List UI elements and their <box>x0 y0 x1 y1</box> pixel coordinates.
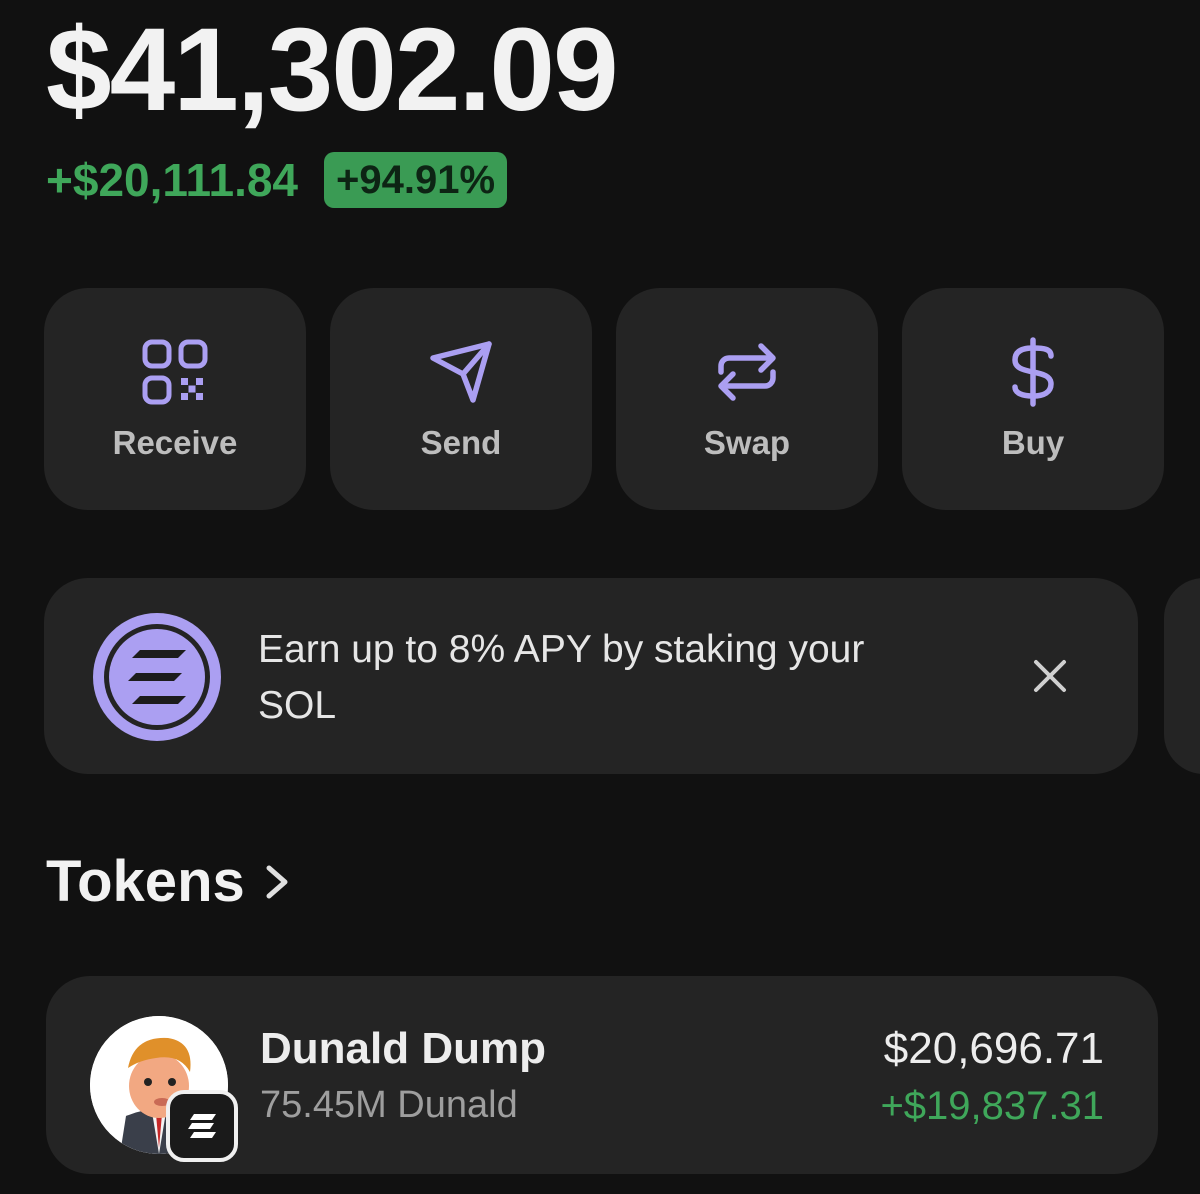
change-amount: +$20,111.84 <box>46 154 299 206</box>
tokens-section-header[interactable]: Tokens <box>46 848 291 915</box>
swap-label: Swap <box>703 424 791 461</box>
token-quantity: 75.45M Dunald <box>260 1084 518 1126</box>
send-icon <box>423 334 499 410</box>
buy-button[interactable]: Buy <box>902 288 1164 510</box>
token-name: Dunald Dump <box>260 1024 546 1073</box>
solana-badge-icon <box>188 1114 216 1138</box>
qr-code-icon <box>137 334 213 410</box>
buy-label: Buy <box>1001 424 1065 461</box>
send-button[interactable]: Send <box>330 288 592 510</box>
receive-button[interactable]: Receive <box>44 288 306 510</box>
chevron-right-icon <box>266 865 288 898</box>
token-pnl: +$19,837.31 <box>880 1084 1104 1128</box>
swap-button[interactable]: Swap <box>616 288 878 510</box>
portfolio-balance: $41,302.09 <box>46 4 619 136</box>
token-value: $20,696.71 <box>883 1024 1104 1073</box>
swap-icon <box>709 334 785 410</box>
solana-logo-icon <box>88 608 226 746</box>
send-label: Send <box>420 424 502 461</box>
change-percent-badge: +94.91% <box>324 152 508 208</box>
chain-badge <box>166 1090 238 1162</box>
tokens-title: Tokens <box>46 849 245 914</box>
banner-text: Earn up to 8% APY by staking your SOL <box>258 628 865 727</box>
receive-label: Receive <box>112 424 238 461</box>
next-banner-peek[interactable] <box>1164 578 1200 774</box>
action-buttons: Receive Send Swap Buy <box>44 288 1164 510</box>
portfolio-change: +$20,111.84 +94.91% <box>46 152 508 208</box>
token-row[interactable]: Dunald Dump 75.45M Dunald $20,696.71 +$1… <box>46 976 1158 1174</box>
staking-banner[interactable]: Earn up to 8% APY by staking your SOL <box>44 578 1138 774</box>
dollar-icon <box>995 334 1071 410</box>
close-icon[interactable] <box>1028 654 1072 698</box>
